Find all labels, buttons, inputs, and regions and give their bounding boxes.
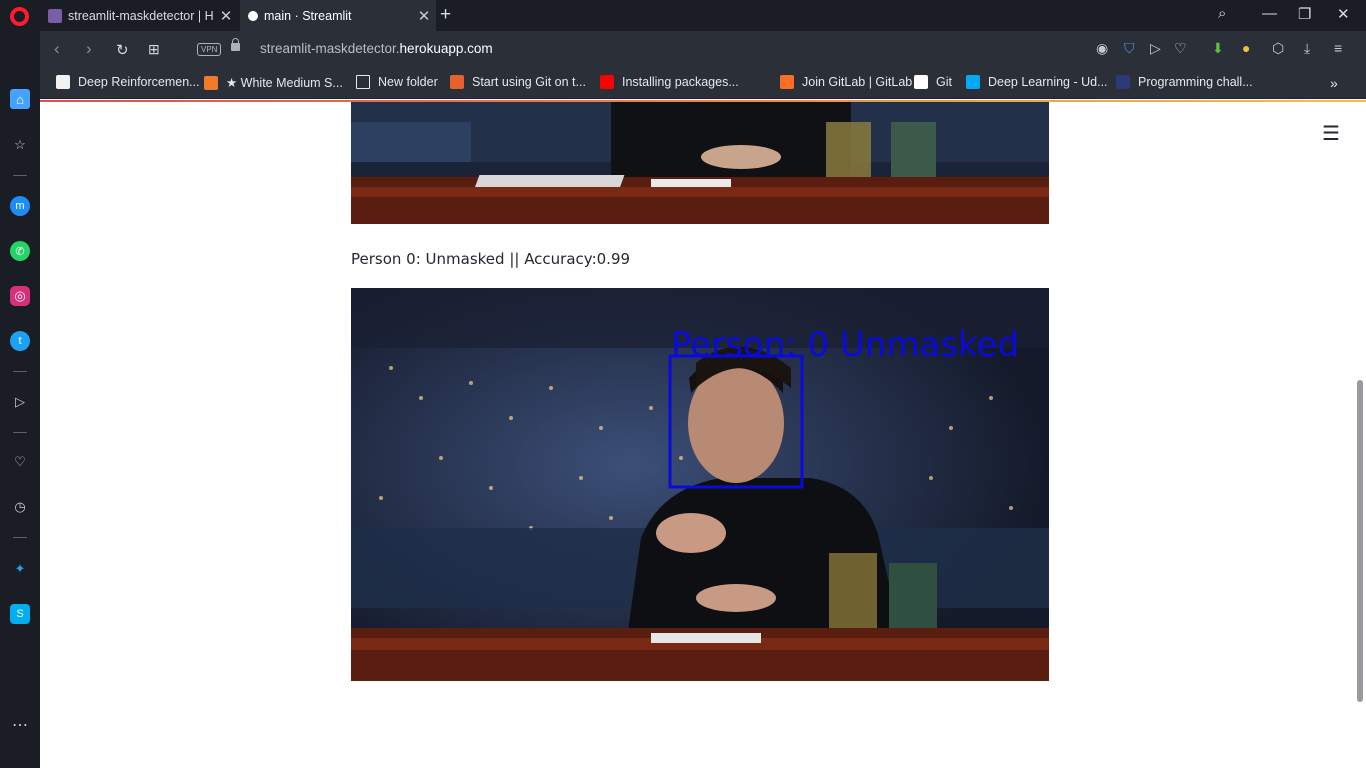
close-tab-icon[interactable]: ✕ [214, 7, 238, 25]
downloads-icon[interactable]: ⤓ [1304, 40, 1310, 57]
twitter-icon[interactable]: t [10, 331, 30, 351]
shield-icon[interactable]: ⛉ [1124, 40, 1135, 57]
bookmark-item[interactable]: Programming chall... [1116, 75, 1253, 89]
send-icon[interactable]: ▷ [10, 392, 30, 412]
bookmarks-bar: Deep Reinforcemen... ★ White Medium S...… [40, 68, 1366, 99]
bookmark-item[interactable]: Deep Learning - Ud... [966, 75, 1108, 89]
whatsapp-icon[interactable]: ✆ [10, 241, 30, 261]
cube-icon[interactable]: ⬡ [1272, 40, 1284, 57]
bookmark-item[interactable]: Git [914, 75, 952, 89]
previous-result-image [351, 102, 1049, 224]
heroku-favicon-icon [48, 8, 62, 23]
vpn-badge[interactable]: VPN [197, 43, 222, 56]
hamburger-menu-icon[interactable]: ☰ [1322, 121, 1340, 146]
bookmark-favicon-icon [204, 75, 218, 90]
udacity-icon [966, 75, 980, 89]
close-window-button[interactable]: ✕ [1337, 5, 1350, 23]
folder-icon [356, 75, 370, 89]
menu-settings-icon[interactable]: ≡ [1334, 40, 1342, 56]
back-button[interactable]: ‹ [54, 39, 60, 59]
address-bar: ‹ › ↻ ⊞ VPN streamlit-maskdetector.herok… [40, 31, 1366, 68]
camera-icon[interactable]: ◉ [1096, 40, 1108, 57]
detection-result-image: Person: 0 Unmasked [351, 288, 1049, 681]
download-arrow-icon[interactable]: ⬇ [1212, 40, 1224, 57]
reload-button[interactable]: ↻ [116, 41, 129, 59]
opera-logo-icon[interactable] [10, 7, 29, 26]
page-scrollbar[interactable] [1357, 380, 1363, 702]
bookmark-favicon-icon [1116, 75, 1130, 89]
minimize-button[interactable]: — [1262, 5, 1277, 22]
history-clock-icon[interactable]: ◷ [10, 497, 30, 517]
tab-grid-icon[interactable]: ⊞ [148, 41, 160, 58]
sidebar: ⌂ ☆ m ✆ ◎ t ▷ ♡ ◷ ✦ S ⋯ [0, 31, 40, 768]
extension-icon[interactable]: ● [1242, 40, 1250, 56]
youtube-icon [600, 75, 614, 89]
page-icon [56, 75, 70, 89]
detection-label: Person: 0 Unmasked [671, 325, 1019, 365]
tab-title: streamlit-maskdetector | Heroku [68, 8, 214, 23]
git-favicon-icon [450, 75, 464, 89]
gitlab-icon [780, 75, 794, 89]
messenger-icon[interactable]: m [10, 196, 30, 216]
tab-title: main · Streamlit [264, 8, 352, 23]
streamlit-favicon-icon [248, 10, 258, 21]
bookmarks-star-icon[interactable]: ☆ [10, 135, 30, 155]
bookmark-item[interactable]: New folder [356, 75, 438, 89]
tab-heroku[interactable]: streamlit-maskdetector | Heroku ✕ [40, 0, 238, 31]
git-icon [914, 75, 928, 89]
heart-icon[interactable]: ♡ [10, 452, 30, 472]
streamlit-app: ☰ Person 0: Unmasked || Accuracy:0.99 Pe… [40, 102, 1366, 768]
home-icon[interactable]: ⌂ [10, 89, 30, 109]
bookmark-item[interactable]: ★ White Medium S... [204, 75, 343, 90]
search-tabs-icon[interactable]: ⌕ [1218, 5, 1226, 22]
more-icon[interactable]: ⋯ [10, 715, 30, 735]
url-field[interactable]: streamlit-maskdetector.herokuapp.com [260, 41, 493, 56]
send-icon[interactable]: ▷ [1150, 40, 1161, 57]
skype-icon[interactable]: S [10, 604, 30, 624]
forward-button[interactable]: › [86, 39, 92, 59]
lock-icon[interactable] [231, 38, 240, 51]
result-caption: Person 0: Unmasked || Accuracy:0.99 [351, 250, 631, 268]
twitter-icon[interactable]: ✦ [10, 559, 30, 579]
tab-bar: streamlit-maskdetector | Heroku ✕ main ·… [0, 0, 1366, 31]
heart-icon[interactable]: ♡ [1174, 40, 1187, 57]
more-bookmarks-icon[interactable]: » [1330, 75, 1338, 91]
close-tab-icon[interactable]: ✕ [412, 7, 436, 25]
bookmark-item[interactable]: Deep Reinforcemen... [56, 75, 200, 89]
tab-streamlit[interactable]: main · Streamlit ✕ [240, 0, 436, 31]
new-tab-button[interactable]: + [440, 4, 451, 26]
bookmark-item[interactable]: Join GitLab | GitLab [780, 75, 912, 89]
bookmark-item[interactable]: Installing packages... [600, 75, 739, 89]
bookmark-item[interactable]: Start using Git on t... [450, 75, 586, 89]
instagram-icon[interactable]: ◎ [10, 286, 30, 306]
restore-button[interactable]: ❐ [1298, 5, 1311, 23]
